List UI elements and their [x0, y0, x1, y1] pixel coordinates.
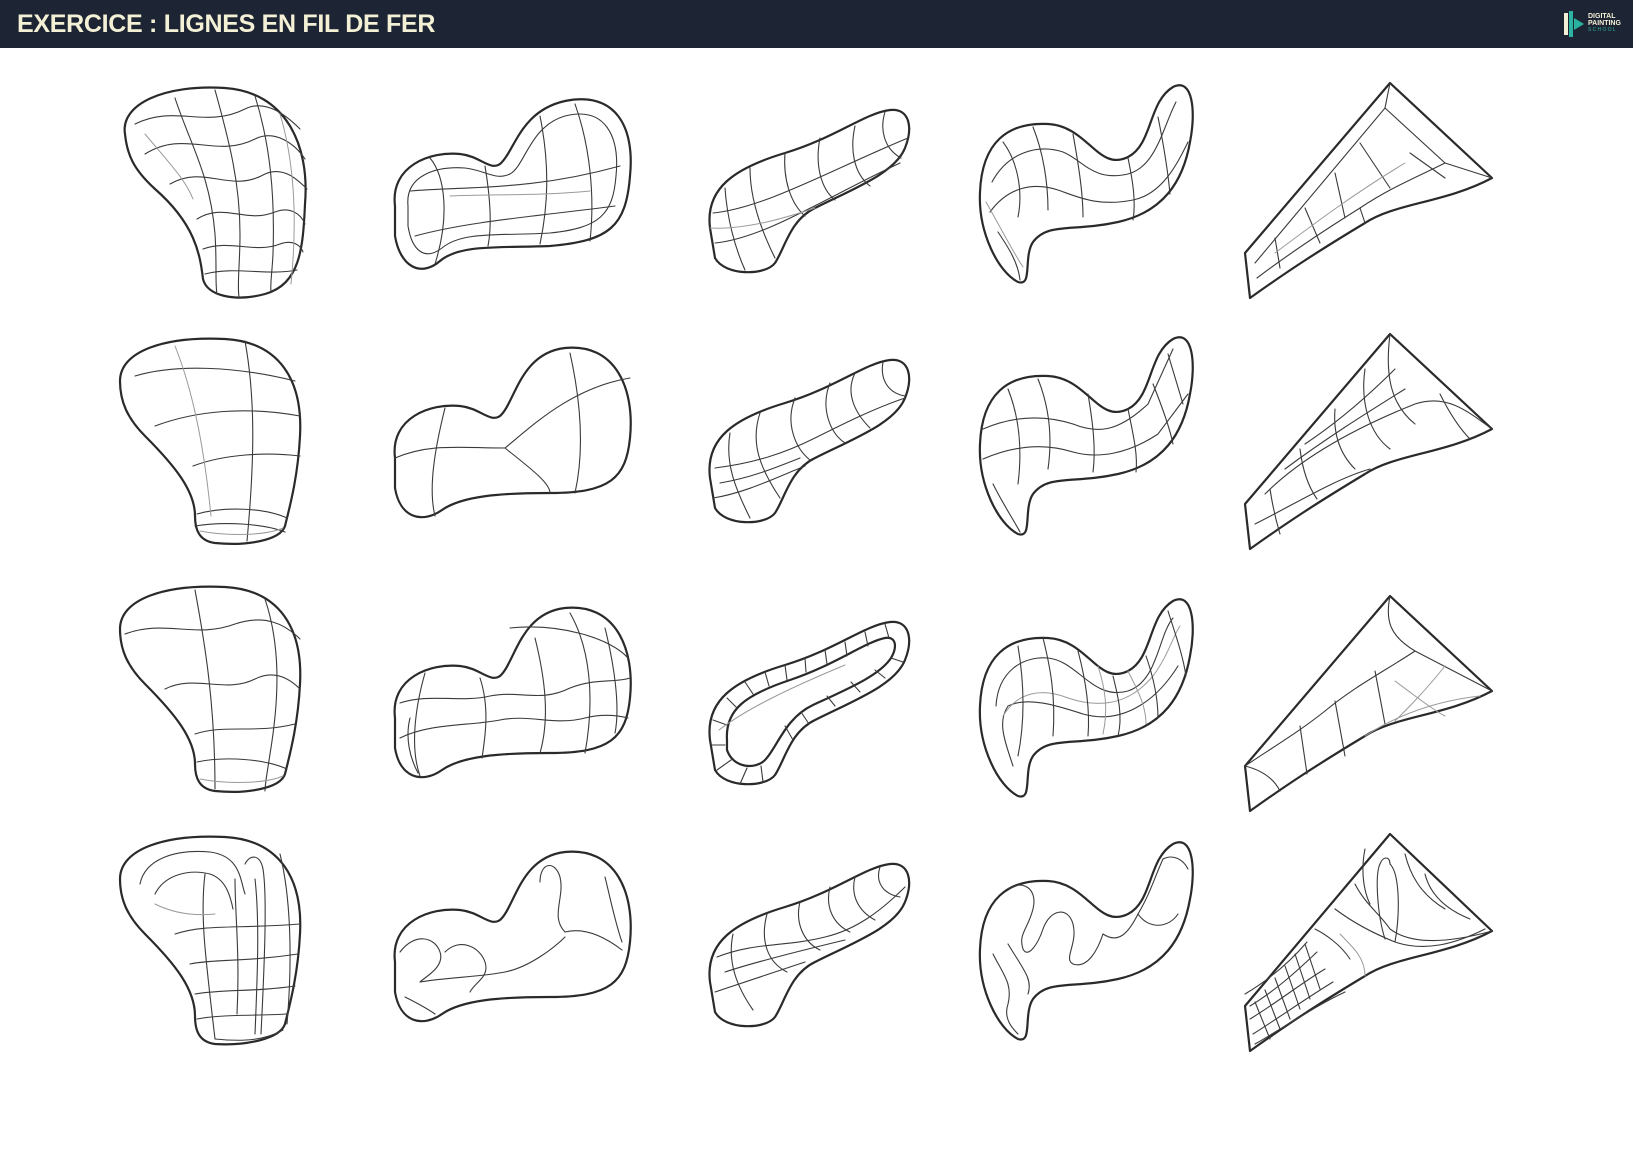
logo-line-1: DIGITAL: [1588, 13, 1616, 20]
shape-r2-c2: [390, 346, 640, 528]
shape-r2-c3: [705, 358, 915, 528]
shape-r1-c5: [1243, 81, 1495, 301]
shape-r3-c1: [115, 584, 315, 796]
header-bar: EXERCICE : LIGNES EN FIL DE FER DIGITAL …: [0, 0, 1633, 48]
school-logo: DIGITAL PAINTING SCHOOL: [1562, 9, 1626, 39]
shape-r2-c1: [115, 336, 315, 548]
shape-r3-c4: [978, 596, 1198, 811]
page-title: EXERCICE : LIGNES EN FIL DE FER: [17, 10, 436, 38]
shape-r4-c4: [978, 834, 1198, 1049]
logo-text: DIGITAL PAINTING SCHOOL: [1588, 13, 1621, 34]
logo-line-3: SCHOOL: [1588, 27, 1617, 33]
shape-r2-c5: [1243, 332, 1495, 552]
shape-r1-c2: [390, 96, 640, 281]
shape-r4-c1: [115, 834, 315, 1049]
shape-r1-c1: [115, 84, 315, 309]
shape-r2-c4: [978, 334, 1198, 549]
shape-grid: [0, 48, 1633, 1153]
brush-logo-icon: [1564, 11, 1584, 37]
shape-r3-c2: [390, 606, 640, 788]
logo-line-2: PAINTING: [1588, 20, 1621, 27]
shape-r3-c5: [1243, 594, 1495, 814]
shape-r3-c3: [705, 620, 915, 790]
shape-r1-c3: [705, 108, 915, 278]
shape-r1-c4: [978, 82, 1198, 297]
shape-r4-c2: [390, 850, 640, 1032]
shape-r4-c3: [705, 862, 915, 1032]
shape-r4-c5: [1243, 832, 1495, 1054]
